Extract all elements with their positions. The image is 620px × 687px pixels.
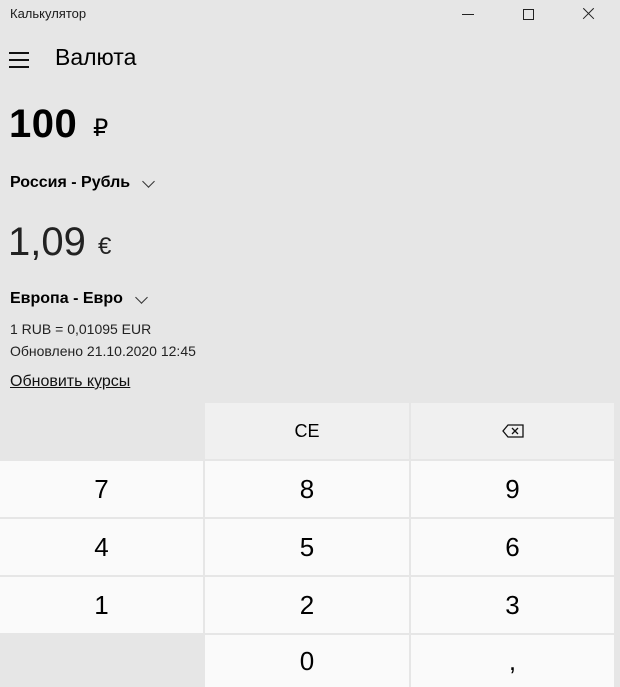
keypad-empty-slot xyxy=(0,403,203,459)
to-currency-label: Европа - Евро xyxy=(10,290,123,307)
digit-1-button[interactable]: 1 xyxy=(0,577,203,633)
keypad: CE 7 8 9 4 5 6 1 2 3 0 , xyxy=(0,403,620,687)
digit-5-button[interactable]: 5 xyxy=(205,519,409,575)
from-currency-label: Россия - Рубль xyxy=(10,174,131,191)
digit-2-button[interactable]: 2 xyxy=(205,577,409,633)
chevron-down-icon xyxy=(142,174,155,188)
hamburger-icon[interactable] xyxy=(9,52,31,68)
close-button[interactable] xyxy=(565,0,611,28)
chevron-down-icon xyxy=(135,290,148,304)
close-icon xyxy=(581,7,595,21)
maximize-icon xyxy=(522,8,534,20)
decimal-separator-button[interactable]: , xyxy=(411,635,614,687)
app-title: Калькулятор xyxy=(10,6,87,21)
digit-4-button[interactable]: 4 xyxy=(0,519,203,575)
ce-button[interactable]: CE xyxy=(205,403,409,459)
from-amount[interactable]: 100 xyxy=(9,102,77,147)
digit-7-button[interactable]: 7 xyxy=(0,461,203,517)
to-amount[interactable]: 1,09 xyxy=(8,220,86,265)
update-rates-link[interactable]: Обновить курсы xyxy=(10,373,130,391)
from-currency-select[interactable]: Россия - Рубль xyxy=(10,174,155,192)
digit-8-button[interactable]: 8 xyxy=(205,461,409,517)
keypad-empty-slot xyxy=(0,635,203,687)
backspace-icon xyxy=(501,424,524,438)
digit-9-button[interactable]: 9 xyxy=(411,461,614,517)
from-currency-symbol: ₽ xyxy=(93,115,109,142)
minimize-icon xyxy=(462,13,474,15)
to-currency-symbol: € xyxy=(98,233,112,260)
digit-3-button[interactable]: 3 xyxy=(411,577,614,633)
minimize-button[interactable] xyxy=(445,0,491,28)
mode-title: Валюта xyxy=(55,44,137,70)
to-currency-select[interactable]: Европа - Евро xyxy=(10,290,148,308)
backspace-button[interactable] xyxy=(411,403,614,459)
updated-timestamp: Обновлено 21.10.2020 12:45 xyxy=(10,343,196,359)
title-bar: Калькулятор xyxy=(0,0,620,28)
exchange-rate: 1 RUB = 0,01095 EUR xyxy=(10,321,152,337)
digit-0-button[interactable]: 0 xyxy=(205,635,409,687)
maximize-button[interactable] xyxy=(505,0,551,28)
digit-6-button[interactable]: 6 xyxy=(411,519,614,575)
